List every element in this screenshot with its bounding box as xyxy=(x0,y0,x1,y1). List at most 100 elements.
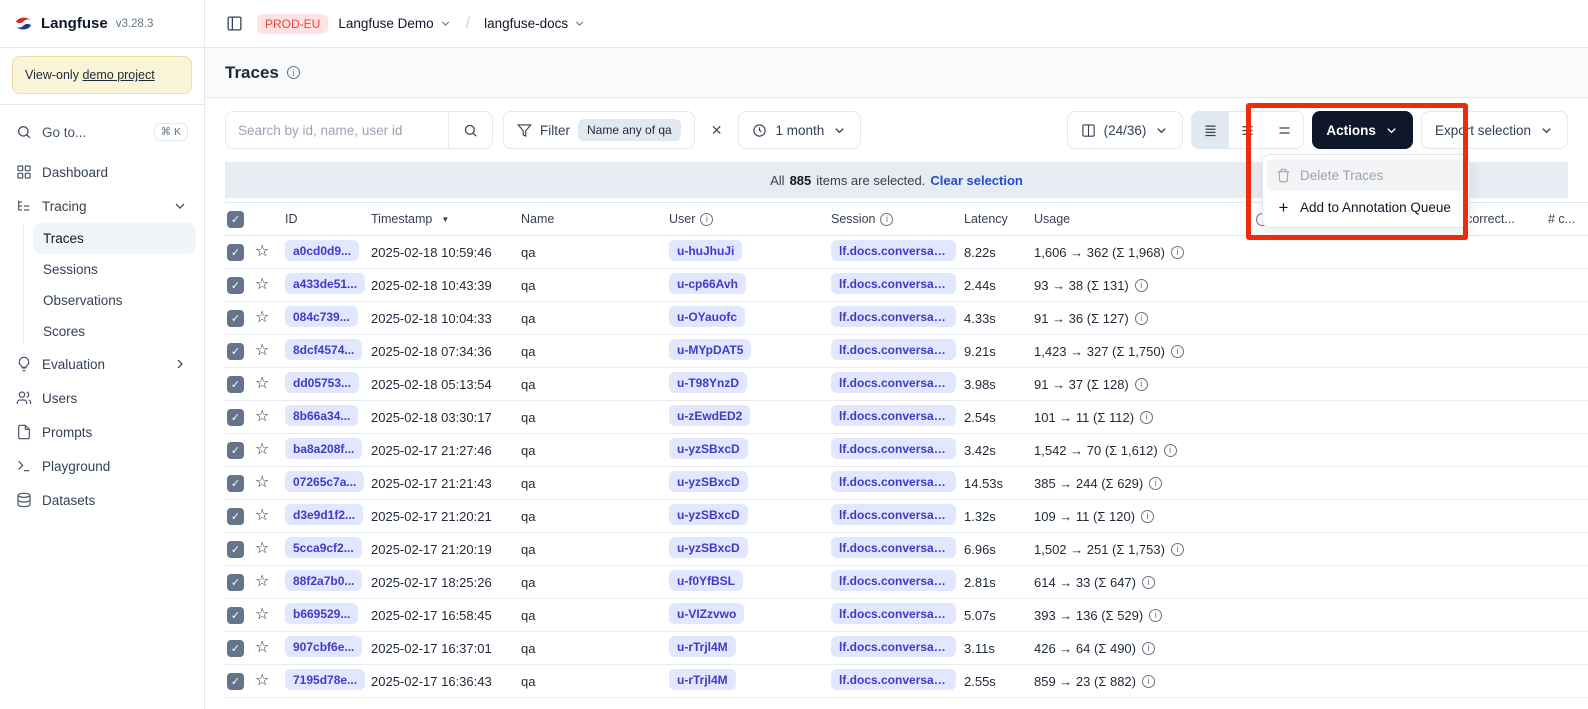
table-row[interactable]: a0cd0d9... 2025-02-18 10:59:46 qa u-huJh… xyxy=(225,236,1588,269)
table-row[interactable]: 07265c7a... 2025-02-17 21:21:43 qa u-yzS… xyxy=(225,467,1588,500)
search-submit-button[interactable] xyxy=(448,112,492,148)
menu-item-add-to-annotation-queue[interactable]: + Add to Annotation Queue xyxy=(1267,191,1465,223)
user-badge[interactable]: u-T98YnzD xyxy=(669,372,747,393)
user-badge[interactable]: u-f0YfBSL xyxy=(669,570,743,591)
sidebar-toggle-button[interactable] xyxy=(221,11,247,37)
session-badge[interactable]: lf.docs.conversation... xyxy=(831,471,956,492)
trace-id-badge[interactable]: 084c739... xyxy=(285,306,358,327)
sidebar-item-sessions[interactable]: Sessions xyxy=(33,254,196,285)
header-session[interactable]: Session xyxy=(831,212,964,226)
user-badge[interactable]: u-OYauofc xyxy=(669,306,745,327)
header-id[interactable]: ID xyxy=(285,212,371,226)
select-all-checkbox[interactable] xyxy=(227,211,244,228)
table-row[interactable]: ba8a208f... 2025-02-17 21:27:46 qa u-yzS… xyxy=(225,434,1588,467)
trace-id-badge[interactable]: d3e9d1f2... xyxy=(285,504,363,525)
trace-id-badge[interactable]: ba8a208f... xyxy=(285,438,362,459)
row-checkbox[interactable] xyxy=(227,376,244,393)
row-height-medium-button[interactable] xyxy=(1229,112,1266,148)
table-row[interactable]: 084c739... 2025-02-18 10:04:33 qa u-OYau… xyxy=(225,302,1588,335)
header-latency[interactable]: Latency xyxy=(964,212,1034,226)
star-icon[interactable] xyxy=(255,441,269,458)
user-badge[interactable]: u-zEwdED2 xyxy=(669,405,750,426)
session-badge[interactable]: lf.docs.conversation... xyxy=(831,636,956,657)
star-icon[interactable] xyxy=(255,606,269,623)
user-badge[interactable]: u-yzSBxcD xyxy=(669,438,748,459)
trace-id-badge[interactable]: 7195d78e... xyxy=(285,669,365,690)
filter-chip[interactable]: Name any of qa xyxy=(578,119,681,141)
row-height-large-button[interactable] xyxy=(1266,112,1303,148)
export-selection-button[interactable]: Export selection xyxy=(1421,111,1568,149)
session-badge[interactable]: lf.docs.conversation... xyxy=(831,669,956,690)
user-badge[interactable]: u-huJhuJi xyxy=(669,240,742,261)
table-row[interactable]: 907cbf6e... 2025-02-17 16:37:01 qa u-rTr… xyxy=(225,632,1588,665)
star-icon[interactable] xyxy=(255,474,269,491)
header-score-truncated[interactable]: # c... xyxy=(1548,212,1588,226)
table-row[interactable]: b669529... 2025-02-17 16:58:45 qa u-VIZz… xyxy=(225,599,1588,632)
table-row[interactable]: 88f2a7b0... 2025-02-17 18:25:26 qa u-f0Y… xyxy=(225,566,1588,599)
clear-filter-button[interactable] xyxy=(705,118,729,143)
org-selector[interactable]: Langfuse Demo xyxy=(338,16,451,31)
star-icon[interactable] xyxy=(255,276,269,293)
goto-search[interactable]: Go to... ⌘ K xyxy=(8,115,196,149)
session-badge[interactable]: lf.docs.conversation... xyxy=(831,504,956,525)
project-selector[interactable]: langfuse-docs xyxy=(484,16,586,31)
sidebar-item-playground[interactable]: Playground xyxy=(8,449,196,483)
header-timestamp[interactable]: Timestamp xyxy=(371,212,521,226)
table-row[interactable]: dd05753... 2025-02-18 05:13:54 qa u-T98Y… xyxy=(225,368,1588,401)
filter-button[interactable]: Filter Name any of qa xyxy=(503,111,695,149)
column-visibility-button[interactable]: (24/36) xyxy=(1067,111,1184,149)
actions-button[interactable]: Actions xyxy=(1312,111,1413,149)
trace-id-badge[interactable]: 907cbf6e... xyxy=(285,636,362,657)
demo-project-link[interactable]: demo project xyxy=(82,68,154,82)
table-row[interactable]: d3e9d1f2... 2025-02-17 21:20:21 qa u-yzS… xyxy=(225,500,1588,533)
row-checkbox[interactable] xyxy=(227,244,244,261)
row-checkbox[interactable] xyxy=(227,442,244,459)
row-checkbox[interactable] xyxy=(227,541,244,558)
clear-selection-link[interactable]: Clear selection xyxy=(930,173,1023,188)
row-checkbox[interactable] xyxy=(227,409,244,426)
trace-id-badge[interactable]: b669529... xyxy=(285,603,358,624)
user-badge[interactable]: u-cp66Avh xyxy=(669,273,746,294)
session-badge[interactable]: lf.docs.conversation... xyxy=(831,438,956,459)
session-badge[interactable]: lf.docs.conversation... xyxy=(831,273,956,294)
session-badge[interactable]: lf.docs.conversation... xyxy=(831,570,956,591)
row-height-small-button[interactable] xyxy=(1192,112,1229,148)
star-icon[interactable] xyxy=(255,507,269,524)
table-row[interactable]: 7195d78e... 2025-02-17 16:36:43 qa u-rTr… xyxy=(225,665,1588,698)
star-icon[interactable] xyxy=(255,342,269,359)
user-badge[interactable]: u-rTrjl4M xyxy=(669,669,736,690)
sidebar-item-dashboard[interactable]: Dashboard xyxy=(8,155,196,189)
row-checkbox[interactable] xyxy=(227,640,244,657)
row-checkbox[interactable] xyxy=(227,673,244,690)
search-input[interactable] xyxy=(226,112,448,148)
user-badge[interactable]: u-yzSBxcD xyxy=(669,537,748,558)
table-row[interactable]: 8b66a34... 2025-02-18 03:30:17 qa u-zEwd… xyxy=(225,401,1588,434)
star-icon[interactable] xyxy=(255,309,269,326)
session-badge[interactable]: lf.docs.conversation... xyxy=(831,240,956,261)
trace-id-badge[interactable]: 88f2a7b0... xyxy=(285,570,362,591)
trace-id-badge[interactable]: dd05753... xyxy=(285,372,359,393)
user-badge[interactable]: u-yzSBxcD xyxy=(669,471,748,492)
sidebar-item-datasets[interactable]: Datasets xyxy=(8,483,196,517)
header-name[interactable]: Name xyxy=(521,212,669,226)
sidebar-item-traces[interactable]: Traces xyxy=(33,223,196,254)
session-badge[interactable]: lf.docs.conversation... xyxy=(831,306,956,327)
star-icon[interactable] xyxy=(255,672,269,689)
row-checkbox[interactable] xyxy=(227,574,244,591)
trace-id-badge[interactable]: 8dcf4574... xyxy=(285,339,362,360)
user-badge[interactable]: u-VIZzvwo xyxy=(669,603,744,624)
row-checkbox[interactable] xyxy=(227,508,244,525)
row-checkbox[interactable] xyxy=(227,343,244,360)
sidebar-item-observations[interactable]: Observations xyxy=(33,285,196,316)
star-icon[interactable] xyxy=(255,243,269,260)
star-icon[interactable] xyxy=(255,573,269,590)
user-badge[interactable]: u-MYpDAT5 xyxy=(669,339,751,360)
sidebar-item-evaluation[interactable]: Evaluation xyxy=(8,347,196,381)
user-badge[interactable]: u-rTrjl4M xyxy=(669,636,736,657)
star-icon[interactable] xyxy=(255,408,269,425)
session-badge[interactable]: lf.docs.conversation... xyxy=(831,537,956,558)
table-row[interactable]: 5cca9cf2... 2025-02-17 21:20:19 qa u-yzS… xyxy=(225,533,1588,566)
trace-id-badge[interactable]: 8b66a34... xyxy=(285,405,358,426)
trace-id-badge[interactable]: a0cd0d9... xyxy=(285,240,359,261)
session-badge[interactable]: lf.docs.conversation... xyxy=(831,405,956,426)
